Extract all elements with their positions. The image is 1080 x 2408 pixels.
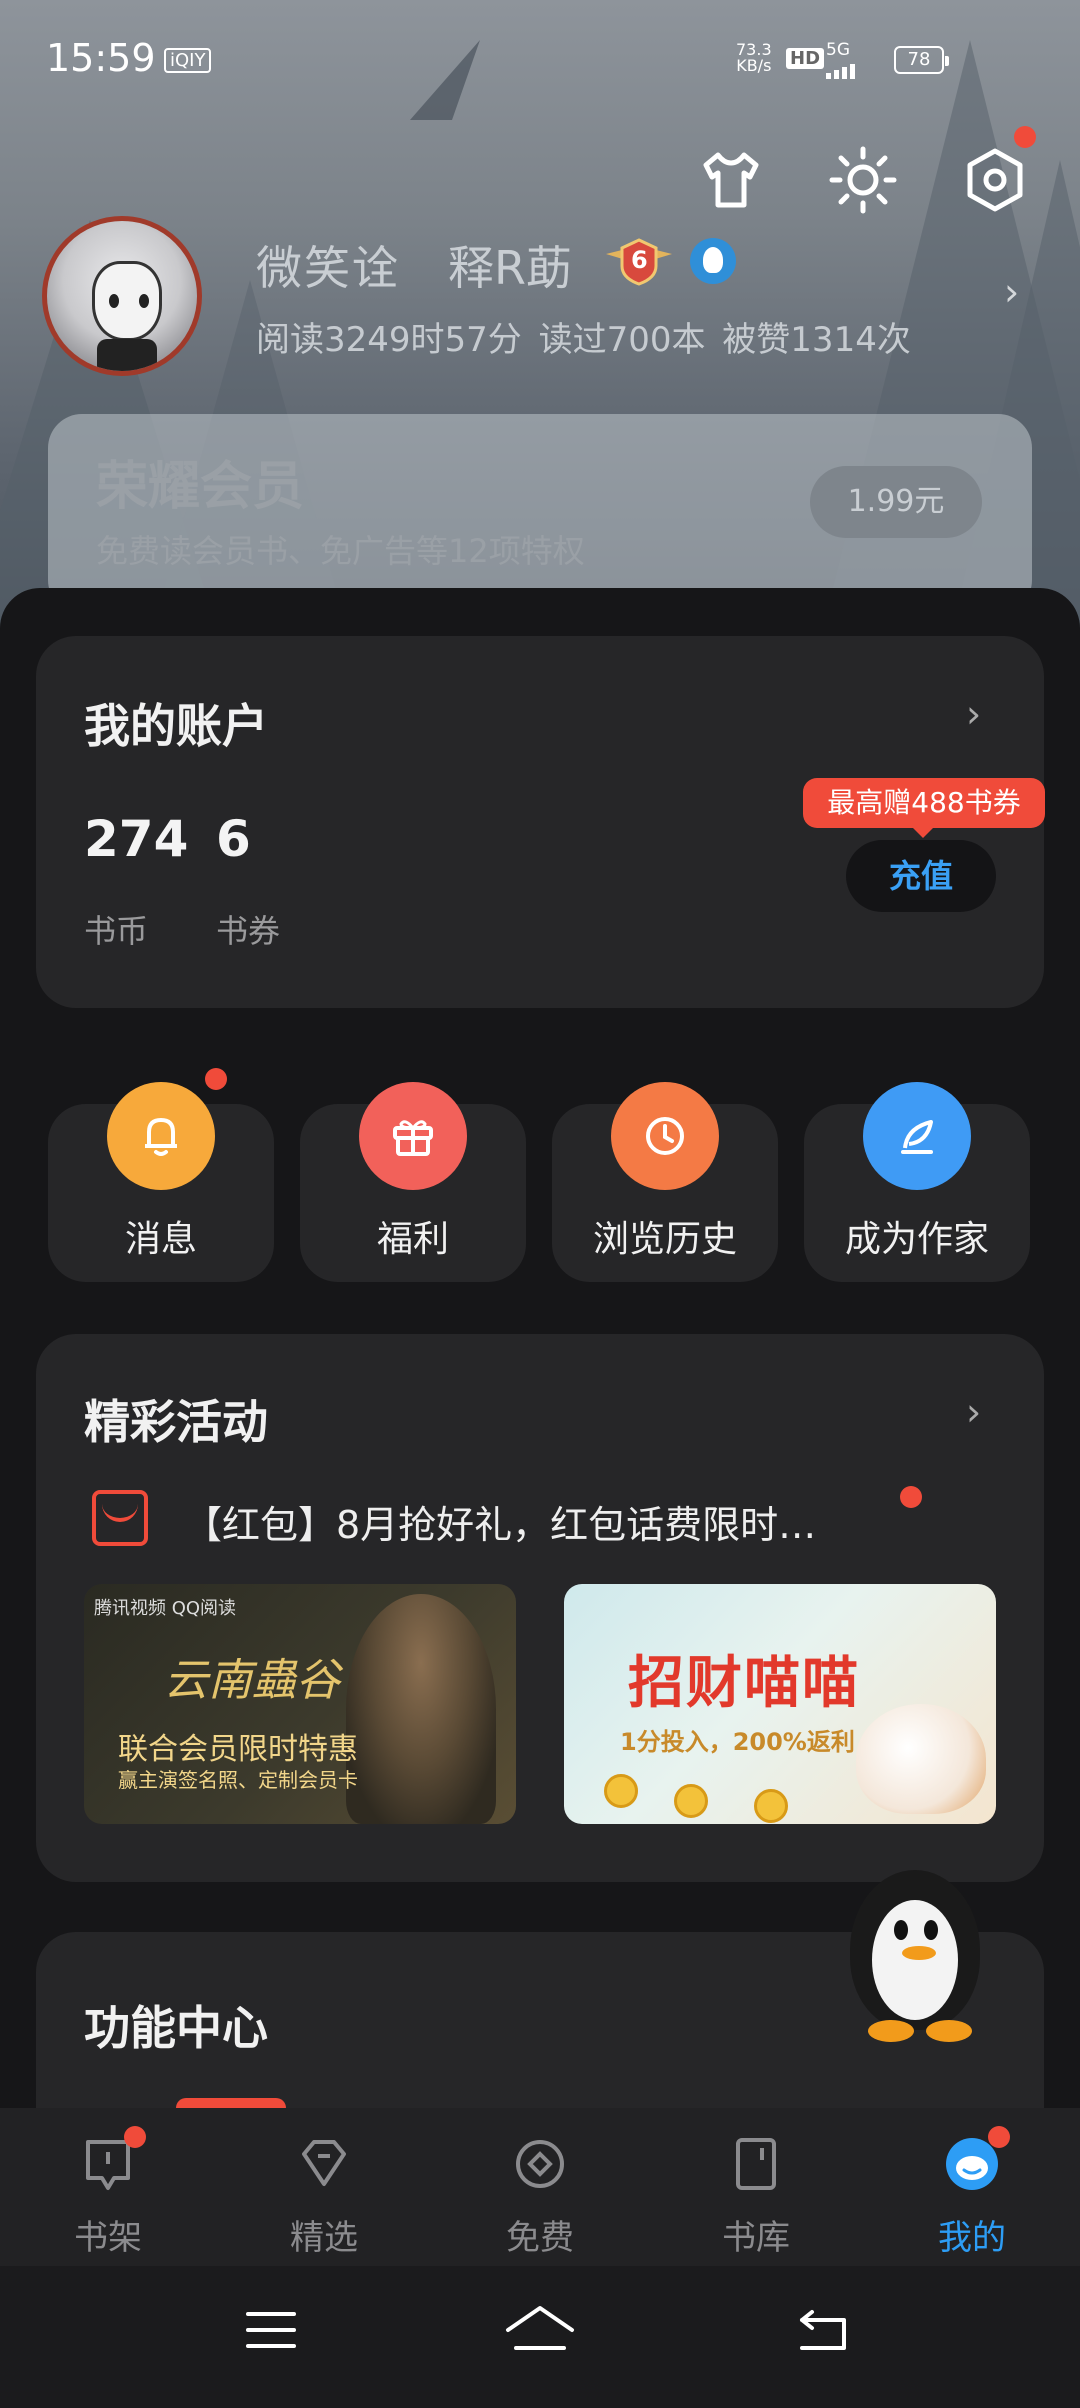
lucky-cat-image xyxy=(856,1704,986,1814)
net-speed-unit: KB/s xyxy=(736,56,772,75)
tab-library[interactable]: 书库 xyxy=(686,2128,826,2258)
tab-me[interactable]: 我的 xyxy=(902,2128,1042,2258)
tile-label-messages: 消息 xyxy=(124,1219,197,1260)
home-icon[interactable] xyxy=(504,2304,576,2354)
free-icon xyxy=(516,2140,564,2188)
clock-icon xyxy=(611,1082,719,1190)
vip-card[interactable]: 荣耀会员 免费读会员书、免广告等12项特权 1.99元 xyxy=(48,414,1032,614)
bookshelf-notification-dot xyxy=(124,2126,146,2148)
signal-bars-icon xyxy=(826,64,855,79)
shirt-icon[interactable] xyxy=(696,145,766,215)
banner-line2: 赢主演签名照、定制会员卡 xyxy=(118,1768,358,1792)
level-number: 6 xyxy=(631,246,648,274)
banner-lucky-cat[interactable]: 招财喵喵 1分投入，200%返利 xyxy=(564,1584,996,1824)
coin-decoration xyxy=(754,1789,788,1823)
activity-headline[interactable]: 【红包】8月抢好礼，红包话费限时… xyxy=(184,1494,816,1549)
signal-indicator: 5G xyxy=(826,40,855,79)
coins-label: 书币 xyxy=(84,912,149,950)
settings-notification-dot xyxy=(1014,126,1036,148)
coins-value[interactable]: 274 xyxy=(84,810,188,868)
chevron-right-icon[interactable]: › xyxy=(966,692,981,736)
messages-notification-dot xyxy=(205,1068,227,1090)
activity-notification-dot xyxy=(900,1486,922,1508)
brightness-icon[interactable] xyxy=(828,145,898,215)
banner-line1: 联合会员限时特惠 xyxy=(118,1732,358,1767)
promo-tip: 最高赠488书券 xyxy=(803,778,1045,838)
tile-label-writer: 成为作家 xyxy=(844,1219,989,1260)
banner-tencent-video[interactable]: 腾讯视频 QQ阅读 云南蟲谷 联合会员限时特惠 赢主演签名照、定制会员卡 xyxy=(84,1584,516,1824)
clock: 15:59 xyxy=(46,36,156,80)
library-icon xyxy=(736,2138,776,2190)
vip-title: 荣耀会员 xyxy=(96,457,305,517)
avatar[interactable] xyxy=(42,216,202,376)
features-title: 功能中心 xyxy=(84,2001,268,2055)
system-nav-bar xyxy=(0,2266,1080,2408)
bottom-tab-bar: 书架 精选 免费 书库 我的 xyxy=(0,2108,1080,2266)
avatar-face xyxy=(92,261,162,341)
red-envelope-icon xyxy=(92,1490,148,1546)
avatar-body xyxy=(97,339,157,371)
battery-icon: 78 xyxy=(894,46,949,74)
tile-label-welfare: 福利 xyxy=(376,1219,449,1260)
vouchers-label: 书券 xyxy=(216,912,281,950)
coin-decoration xyxy=(674,1784,708,1818)
hd-badge: HD xyxy=(786,48,825,69)
actor-image xyxy=(346,1594,496,1824)
settings-icon[interactable] xyxy=(960,145,1030,215)
banner-subtitle: 1分投入，200%返利 xyxy=(620,1728,855,1756)
reading-stats: 阅读3249时57分 读过700本 被赞1314次 xyxy=(256,320,911,360)
app-tag: iQIY xyxy=(164,48,212,73)
account-title: 我的账户 xyxy=(84,699,268,753)
recharge-button[interactable]: 充值 xyxy=(846,840,996,912)
tab-label: 精选 xyxy=(290,2218,358,2258)
qq-icon[interactable] xyxy=(690,238,736,284)
vouchers-value[interactable]: 6 xyxy=(216,810,251,868)
featured-icon xyxy=(302,2140,346,2186)
signal-label: 5G xyxy=(826,40,850,60)
chevron-right-icon[interactable]: › xyxy=(1004,270,1019,314)
coin-decoration xyxy=(604,1774,638,1808)
bell-icon xyxy=(107,1082,215,1190)
username-part2[interactable]: 释R莇 xyxy=(448,232,572,298)
gift-icon xyxy=(359,1082,467,1190)
vip-subtitle: 免费读会员书、免广告等12项特权 xyxy=(96,532,585,570)
banner-title: 招财喵喵 xyxy=(628,1651,860,1716)
menu-icon[interactable] xyxy=(244,2308,298,2352)
tab-label: 书库 xyxy=(722,2218,790,2258)
me-notification-dot xyxy=(988,2126,1010,2148)
tab-bookshelf[interactable]: 书架 xyxy=(38,2128,178,2258)
status-bar: 15:59 iQIY 73.3 KB/s HD 5G 78 xyxy=(0,0,1080,120)
feather-icon xyxy=(863,1082,971,1190)
tab-free[interactable]: 免费 xyxy=(470,2128,610,2258)
penguin-mascot[interactable] xyxy=(830,1860,1010,2060)
banner-logos: 腾讯视频 QQ阅读 xyxy=(94,1598,237,1619)
battery-level: 78 xyxy=(907,49,931,70)
network-speed: 73.3 KB/s xyxy=(736,42,772,74)
chevron-right-icon[interactable]: › xyxy=(966,1390,981,1434)
tab-label: 免费 xyxy=(506,2218,574,2258)
activities-title: 精彩活动 xyxy=(84,1395,268,1449)
tab-label: 书架 xyxy=(74,2218,142,2258)
level-badge-icon[interactable]: 6 xyxy=(604,236,674,286)
tab-featured[interactable]: 精选 xyxy=(254,2128,394,2258)
vip-price-button[interactable]: 1.99元 xyxy=(810,466,982,538)
banner-title: 云南蟲谷 xyxy=(164,1655,340,1706)
tile-label-history: 浏览历史 xyxy=(592,1219,737,1260)
back-icon[interactable] xyxy=(796,2306,852,2354)
tab-label: 我的 xyxy=(938,2218,1006,2258)
username-part1[interactable]: 微笑诠 xyxy=(256,232,400,298)
